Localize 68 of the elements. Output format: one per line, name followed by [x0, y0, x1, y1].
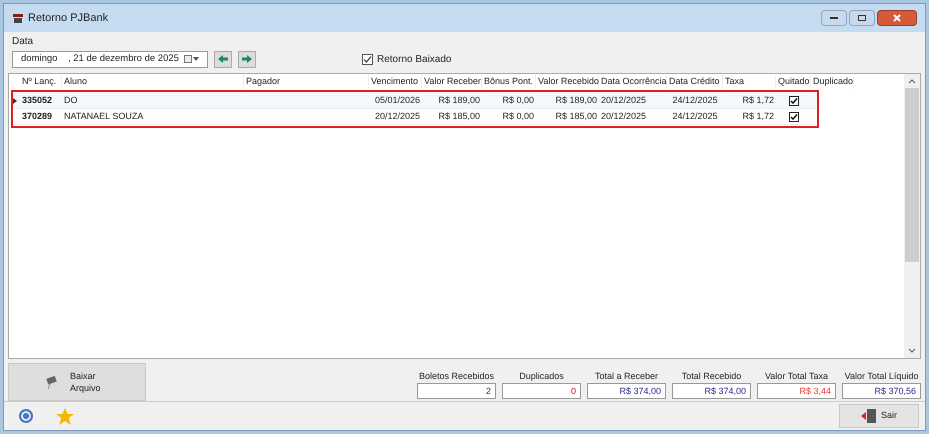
total-field: 0 [502, 383, 581, 399]
table-cell-text: R$ 1,72 [741, 94, 775, 107]
total-label: Boletos Recebidos [418, 370, 496, 382]
table-row[interactable]: 370289 NATANAEL SOUZA 20/12/2025 R$ 185,00 R$ 0,00 R$ 185,00 20/12/2025 24/12/2025 R$ 1,72 [13, 109, 817, 125]
quitado-checkbox[interactable] [788, 112, 798, 122]
column-header[interactable]: Valor Recebido [536, 75, 599, 89]
column-header[interactable]: Quitado [776, 75, 811, 89]
row-pointer-icon [13, 98, 17, 104]
dropdown-caret-icon [193, 57, 199, 61]
table-row[interactable]: 335052 DO 05/01/2026 R$ 189,00 R$ 0,00 R$ 189,00 20/12/2025 24/12/2025 R$ 1,72 [13, 93, 817, 109]
table-cell-text: R$ 185,00 [554, 110, 598, 123]
date-picker[interactable]: domingo , 21 de dezembro de 2025 [12, 50, 208, 68]
previous-button[interactable] [214, 50, 232, 68]
table-cell-text: R$ 189,00 [554, 94, 598, 107]
total-label: Duplicados [518, 370, 565, 383]
table-cell-text: 20/12/2025 [600, 94, 648, 107]
table-cell-text: R$ 0,00 [501, 94, 535, 107]
column-header[interactable]: Nº Lanç. [20, 75, 62, 89]
total-label: Valor Total Taxa [764, 370, 830, 382]
table-cell-text: 05/01/2026 [374, 94, 421, 107]
exit-button[interactable]: Sair [839, 404, 919, 428]
table-cell-text: 20/12/2025 [600, 110, 648, 123]
column-header[interactable]: Vencimento [369, 75, 422, 89]
table-cell-text: 370289 [21, 110, 54, 123]
left-arrow-icon [218, 55, 228, 63]
table-cell-text: 335052 [21, 94, 54, 107]
column-header[interactable]: Data Ocorrência [599, 75, 667, 89]
column-header[interactable]: Valor Receber [422, 75, 482, 89]
column-header[interactable]: Data Crédito [667, 75, 723, 89]
scrollbar[interactable] [904, 74, 920, 358]
table-cell-text: R$ 0,00 [501, 110, 535, 123]
quitado-checkbox[interactable] [788, 96, 798, 106]
total-label: Valor Total Líquido [844, 370, 920, 383]
table-cell-text: DO [63, 94, 78, 107]
exit-door-icon [860, 408, 877, 424]
table-cell-text: R$ 189,00 [437, 94, 481, 107]
date-label: Data [12, 35, 34, 49]
next-button[interactable] [238, 50, 256, 68]
table-cell-text: NATANAEL SOUZA [63, 110, 144, 123]
column-header[interactable]: Taxa [723, 75, 776, 89]
table-cell-text: 20/12/2025 [374, 110, 421, 123]
help-icon[interactable] [18, 408, 34, 424]
check-icon [363, 54, 372, 64]
download-file-button[interactable]: Baixar Arquivo [8, 363, 146, 401]
close-icon [893, 14, 901, 22]
total-label: Total a Receber [594, 370, 660, 382]
maximize-button[interactable] [849, 10, 875, 26]
column-header[interactable]: Duplicado [811, 75, 854, 89]
table-cell-text: R$ 185,00 [437, 110, 481, 123]
total-field: R$ 374,00 [672, 383, 751, 399]
table-cell-text: R$ 1,72 [741, 110, 775, 123]
star-icon[interactable] [56, 408, 74, 424]
total-label: Total Recebido [680, 370, 742, 382]
column-header[interactable]: Aluno [62, 75, 244, 89]
table-cell-text: 24/12/2025 [671, 94, 719, 107]
column-header[interactable]: Pagador [244, 75, 369, 89]
right-arrow-icon [242, 55, 252, 63]
table-cell-text: 24/12/2025 [671, 110, 719, 123]
window-title: Retorno PJBank [28, 10, 108, 26]
total-field: R$ 370,56 [842, 383, 921, 399]
close-button[interactable] [877, 10, 917, 26]
app-icon [12, 12, 24, 24]
total-field: 2 [417, 383, 496, 399]
total-field: R$ 3,44 [757, 383, 836, 399]
retorno-baixado-checkbox[interactable]: Retorno Baixado [362, 52, 452, 66]
column-header[interactable]: Bônus Pont. [482, 75, 536, 89]
minimize-button[interactable] [821, 10, 847, 26]
total-field: R$ 374,00 [587, 383, 666, 399]
